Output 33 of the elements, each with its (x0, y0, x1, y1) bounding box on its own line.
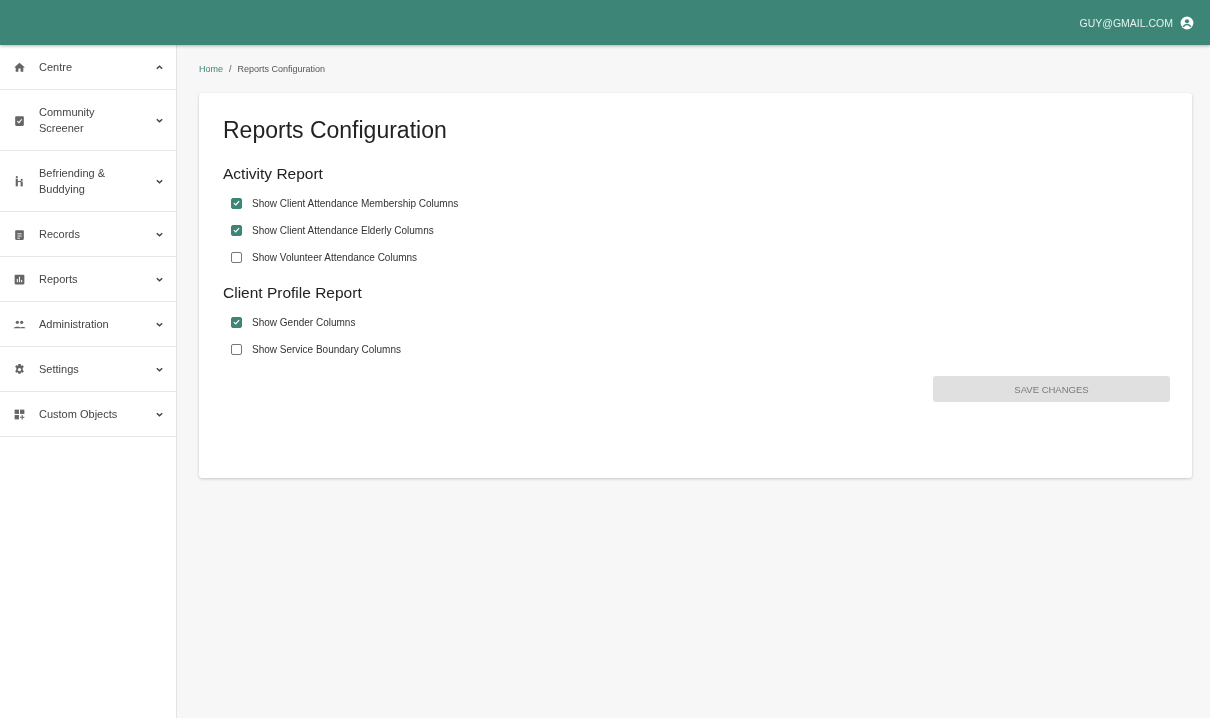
gear-icon (13, 362, 26, 376)
bar-chart-icon (13, 272, 26, 286)
checkbox-label: Show Client Attendance Elderly Columns (252, 224, 434, 236)
sidebar-item[interactable]: Settings (0, 347, 176, 392)
checkbox[interactable] (231, 251, 242, 263)
sidebar-item[interactable]: Centre (0, 45, 176, 90)
sidebar-item[interactable]: Records (0, 212, 176, 257)
user-email[interactable]: GUY@GMAIL.COM (1079, 16, 1173, 29)
sidebar-item[interactable]: Reports (0, 257, 176, 302)
checkbox-label: Show Gender Columns (252, 316, 356, 328)
clipboard-check-icon (13, 113, 26, 127)
sidebar-item[interactable]: Community Screener (0, 90, 176, 151)
checkbox[interactable] (231, 224, 242, 236)
section-title: Client Profile Report (223, 284, 363, 302)
checkbox-label: Show Client Attendance Membership Columns (252, 197, 459, 209)
checkbox-label: Show Service Boundary Columns (252, 343, 401, 355)
account-icon[interactable] (1180, 15, 1194, 30)
checkbox[interactable] (231, 316, 242, 328)
checkbox[interactable] (231, 197, 242, 209)
breadcrumb-separator: / (229, 64, 232, 74)
sidebar-item[interactable]: Befriending & Buddying (0, 151, 176, 212)
breadcrumb-link[interactable]: Home (199, 64, 223, 74)
grid-plus-icon (13, 407, 26, 421)
breadcrumb-current: Reports Configuration (237, 64, 326, 74)
sidebar-item[interactable]: Custom Objects (0, 392, 176, 437)
clipboard-icon (13, 227, 26, 241)
sidebar-item[interactable]: Administration (0, 302, 176, 347)
people-icon (13, 174, 26, 188)
checkbox[interactable] (231, 343, 242, 355)
checkbox-label: Show Volunteer Attendance Columns (252, 251, 418, 263)
home-icon (13, 60, 26, 74)
section-title: Activity Report (223, 165, 324, 183)
page-title: Reports Configuration (223, 117, 448, 144)
